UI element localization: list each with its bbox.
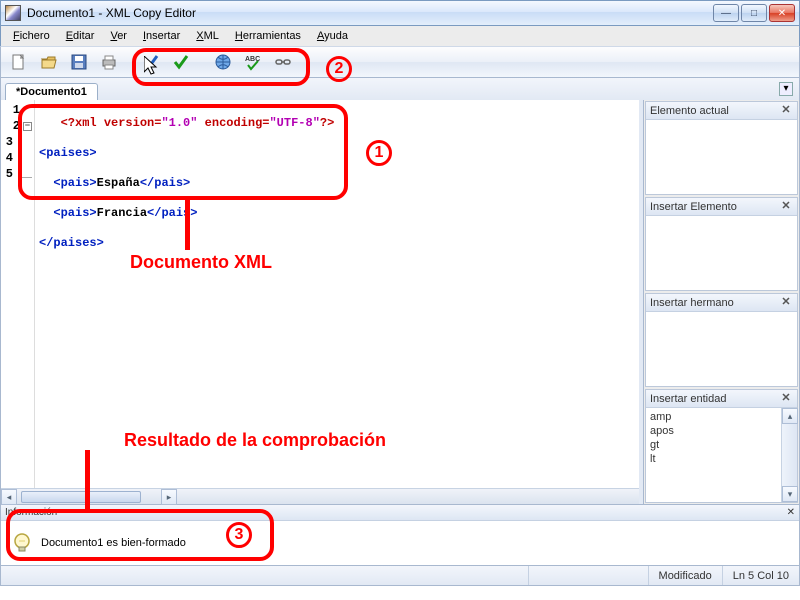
menu-herramientas[interactable]: Herramientas <box>229 28 307 44</box>
scroll-up-icon[interactable]: ▴ <box>782 408 798 424</box>
panel-body-insert-sibling <box>646 312 797 386</box>
window-title: Documento1 - XML Copy Editor <box>27 6 713 20</box>
scroll-right-icon[interactable]: ▸ <box>161 489 177 505</box>
entity-list[interactable]: amp apos gt lt <box>646 408 781 502</box>
tab-menu-button[interactable]: ▾ <box>779 82 793 96</box>
lightbulb-icon <box>11 532 33 554</box>
menu-xml[interactable]: XML <box>190 28 225 44</box>
scroll-down-icon[interactable]: ▾ <box>782 486 798 502</box>
line-number: 3 <box>6 135 13 149</box>
link-button[interactable] <box>271 50 295 74</box>
menu-ver[interactable]: Ver <box>104 28 133 44</box>
browser-button[interactable] <box>211 50 235 74</box>
info-message: Documento1 es bien-formado <box>41 537 186 549</box>
minimize-button[interactable]: — <box>713 4 739 22</box>
panel-close-button[interactable]: ✕ <box>779 104 793 118</box>
panel-body-current <box>646 120 797 194</box>
app-icon <box>5 5 21 21</box>
menu-insertar[interactable]: Insertar <box>137 28 186 44</box>
title-bar: Documento1 - XML Copy Editor — □ ✕ <box>0 0 800 26</box>
info-title: Información <box>5 507 57 518</box>
document-tabstrip: *Documento1 ▾ <box>0 78 800 100</box>
fold-toggle[interactable]: − <box>23 122 32 131</box>
status-position: Ln 5 Col 10 <box>722 566 799 585</box>
code-view[interactable]: <?xml version="1.0" encoding="UTF-8"?> <… <box>35 100 639 504</box>
panel-title-current: Elemento actual <box>650 105 729 117</box>
panel-close-button[interactable]: ✕ <box>779 296 793 310</box>
open-file-button[interactable] <box>37 50 61 74</box>
line-number: 5 <box>6 167 13 181</box>
check-wellformed-button[interactable] <box>139 50 163 74</box>
maximize-button[interactable]: □ <box>741 4 767 22</box>
line-number: 2 <box>13 119 20 133</box>
horizontal-scrollbar[interactable]: ◂ ▸ <box>1 488 639 504</box>
list-item[interactable]: lt <box>650 452 777 466</box>
side-panels: Elemento actual ✕ Insertar Elemento ✕ In… <box>643 100 799 504</box>
status-cell <box>528 566 648 585</box>
info-panel: Información ✕ Documento1 es bien-formado <box>0 505 800 566</box>
list-item[interactable]: apos <box>650 424 777 438</box>
editor-area[interactable]: 1 2− 3 4 5 <?xml version="1.0" encoding=… <box>1 100 643 504</box>
new-file-button[interactable] <box>7 50 31 74</box>
menu-bar: Fichero Editar Ver Insertar XML Herramie… <box>0 26 800 46</box>
list-item[interactable]: amp <box>650 410 777 424</box>
status-modified: Modificado <box>648 566 722 585</box>
scroll-thumb[interactable] <box>21 491 141 503</box>
line-gutter: 1 2− 3 4 5 <box>1 100 35 504</box>
menu-editar[interactable]: Editar <box>60 28 101 44</box>
list-item[interactable]: gt <box>650 438 777 452</box>
panel-title-insert-element: Insertar Elemento <box>650 201 737 213</box>
menu-fichero[interactable]: Fichero <box>7 28 56 44</box>
info-close-button[interactable]: ✕ <box>787 507 795 518</box>
menu-ayuda[interactable]: Ayuda <box>311 28 354 44</box>
panel-close-button[interactable]: ✕ <box>779 200 793 214</box>
tab-documento1[interactable]: *Documento1 <box>5 83 98 100</box>
toolbar: ABC <box>0 46 800 78</box>
scroll-left-icon[interactable]: ◂ <box>1 489 17 505</box>
print-button[interactable] <box>97 50 121 74</box>
status-bar: Modificado Ln 5 Col 10 <box>0 566 800 586</box>
spellcheck-button[interactable]: ABC <box>241 50 265 74</box>
line-number: 4 <box>6 151 13 165</box>
save-button[interactable] <box>67 50 91 74</box>
panel-title-insert-entity: Insertar entidad <box>650 393 726 405</box>
panel-title-insert-sibling: Insertar hermano <box>650 297 734 309</box>
panel-body-insert-element <box>646 216 797 290</box>
validate-button[interactable] <box>169 50 193 74</box>
vertical-scrollbar[interactable]: ▴ ▾ <box>781 408 797 502</box>
panel-close-button[interactable]: ✕ <box>779 392 793 406</box>
close-button[interactable]: ✕ <box>769 4 795 22</box>
line-number: 1 <box>13 103 20 117</box>
